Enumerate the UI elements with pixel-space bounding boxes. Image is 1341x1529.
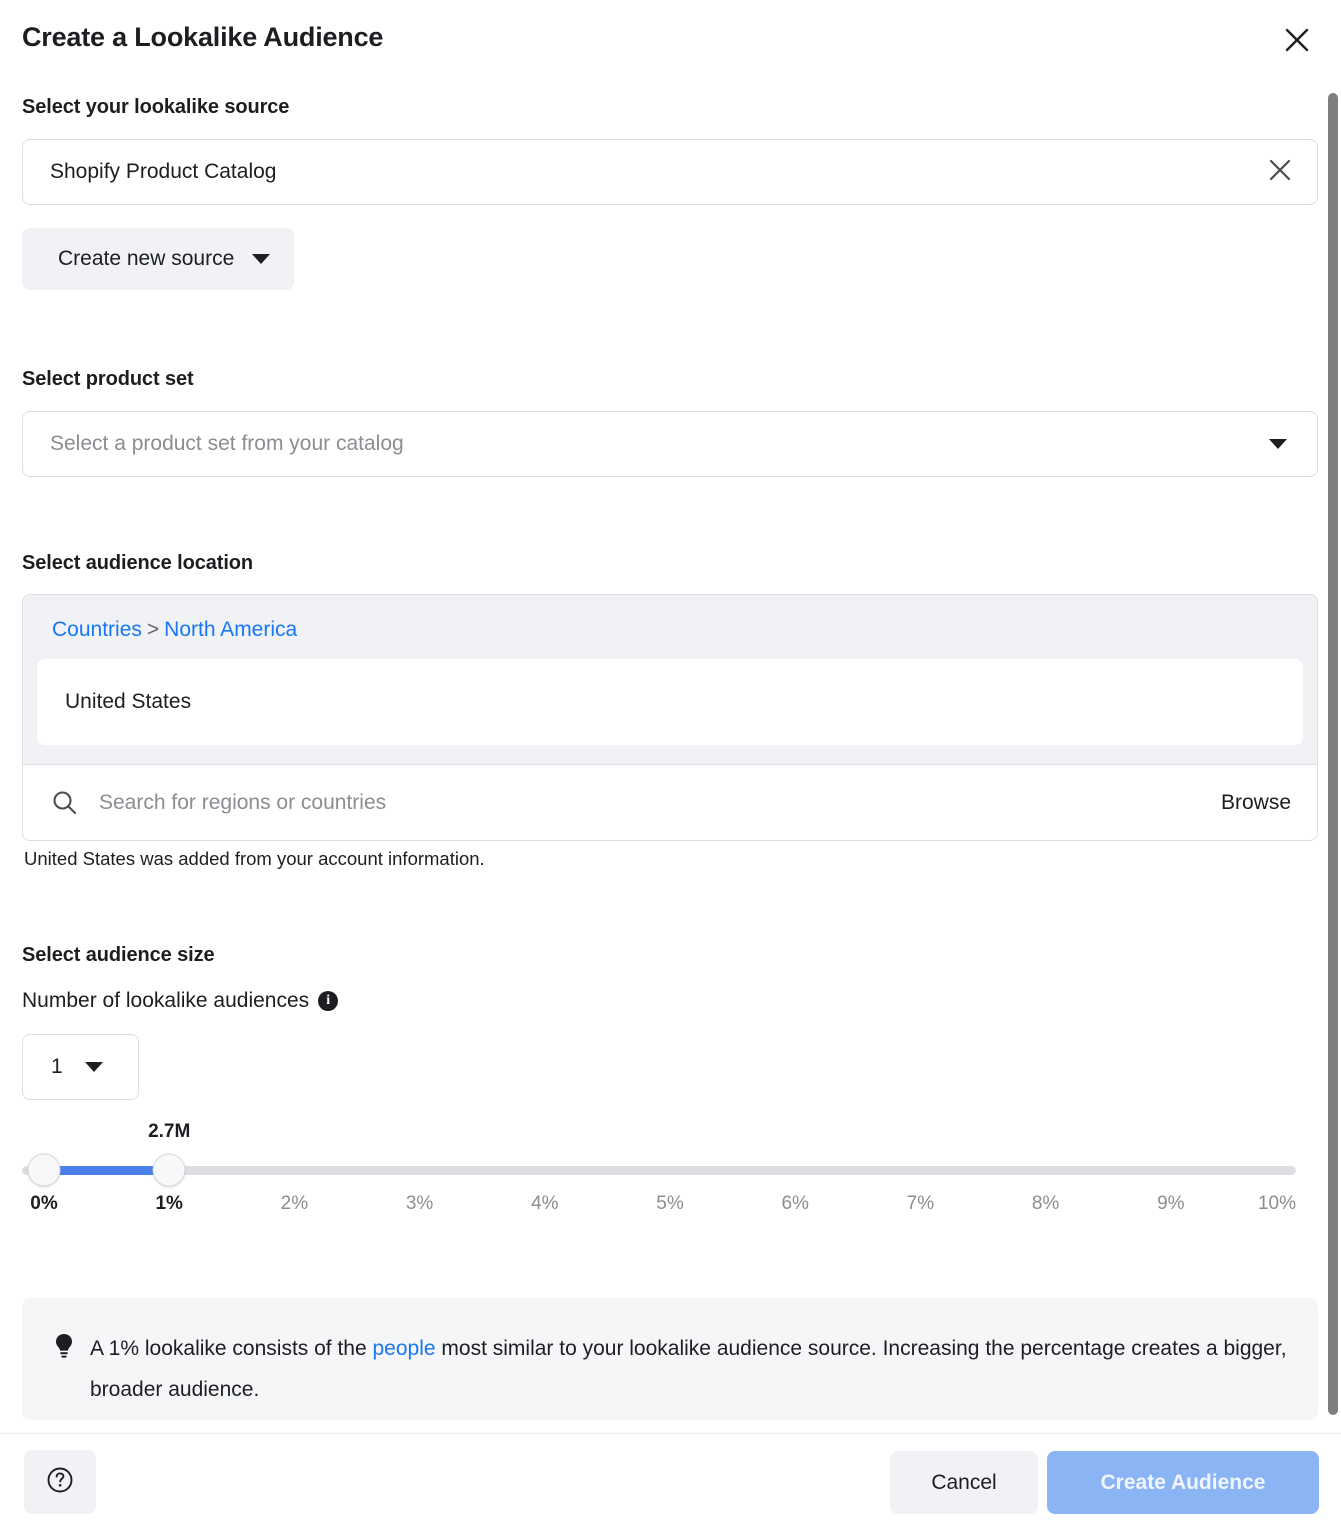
create-lookalike-audience-dialog: Create a Lookalike Audience Select your … — [0, 0, 1341, 1529]
search-icon — [51, 789, 78, 816]
help-circle-icon — [45, 1465, 75, 1500]
create-new-source-button[interactable]: Create new source — [22, 228, 294, 290]
slider-fill — [44, 1166, 169, 1175]
slider-tick-labels: 0% 1% 2% 3% 4% 5% 6% 7% 8% 9% 10% — [22, 1193, 1296, 1219]
selected-location-item: United States — [65, 690, 191, 714]
product-set-label: Select product set — [22, 368, 194, 391]
lightbulb-icon — [52, 1332, 76, 1420]
audience-size-label: Select audience size — [22, 944, 215, 967]
clear-source-button[interactable] — [1263, 155, 1297, 189]
help-button[interactable] — [24, 1450, 96, 1514]
info-icon[interactable]: i — [318, 991, 338, 1011]
dialog-header: Create a Lookalike Audience — [0, 0, 1341, 76]
audience-location-panel: Countries>North America United States Se… — [22, 594, 1318, 841]
slider-handle-upper[interactable] — [153, 1154, 186, 1187]
browse-locations-button[interactable]: Browse — [1221, 791, 1291, 815]
lookalike-tip-text: A 1% lookalike consists of the people mo… — [90, 1328, 1288, 1420]
chevron-down-icon — [252, 254, 270, 264]
slider-tick-4pct: 4% — [531, 1193, 558, 1215]
slider-tick-7pct: 7% — [907, 1193, 934, 1215]
page-title: Create a Lookalike Audience — [22, 22, 383, 53]
lookalike-source-value: Shopify Product Catalog — [50, 160, 276, 184]
lookalike-count-label-text: Number of lookalike audiences — [22, 989, 309, 1013]
slider-tick-3pct: 3% — [406, 1193, 433, 1215]
slider-tick-5pct: 5% — [656, 1193, 683, 1215]
chevron-down-icon — [1269, 439, 1287, 449]
breadcrumb-countries-link[interactable]: Countries — [52, 618, 142, 641]
product-set-placeholder: Select a product set from your catalog — [50, 432, 404, 456]
create-audience-button[interactable]: Create Audience — [1047, 1451, 1319, 1514]
close-icon — [1267, 157, 1293, 188]
slider-track[interactable] — [22, 1166, 1296, 1175]
breadcrumb-north-america-link[interactable]: North America — [164, 618, 297, 641]
slider-tick-10pct: 10% — [1258, 1193, 1296, 1215]
create-new-source-label: Create new source — [58, 247, 234, 271]
product-set-select[interactable]: Select a product set from your catalog — [22, 411, 1318, 477]
lookalike-source-label: Select your lookalike source — [22, 96, 289, 119]
chevron-down-icon — [85, 1062, 103, 1072]
lookalike-count-value: 1 — [51, 1055, 63, 1079]
lookalike-count-label: Number of lookalike audiences i — [22, 989, 338, 1013]
lookalike-source-input[interactable]: Shopify Product Catalog — [22, 139, 1318, 205]
slider-tick-0pct: 0% — [30, 1193, 57, 1215]
slider-tick-6pct: 6% — [781, 1193, 808, 1215]
slider-tick-8pct: 8% — [1032, 1193, 1059, 1215]
vertical-scrollbar[interactable] — [1328, 93, 1338, 1415]
breadcrumb: Countries>North America — [52, 618, 297, 642]
dialog-footer: Cancel Create Audience — [0, 1433, 1341, 1529]
breadcrumb-separator: > — [147, 618, 159, 641]
close-dialog-button[interactable] — [1277, 20, 1317, 60]
location-note: United States was added from your accoun… — [24, 848, 485, 870]
location-search-input[interactable]: Search for regions or countries — [99, 791, 1221, 815]
cancel-button[interactable]: Cancel — [890, 1451, 1038, 1514]
selected-locations-box[interactable]: United States — [37, 659, 1303, 745]
audience-location-label: Select audience location — [22, 552, 253, 575]
slider-handle-lower[interactable] — [28, 1154, 61, 1187]
people-link[interactable]: people — [373, 1337, 436, 1360]
lookalike-count-select[interactable]: 1 — [22, 1034, 139, 1100]
close-icon — [1284, 27, 1310, 53]
slider-tick-2pct: 2% — [281, 1193, 308, 1215]
slider-tick-9pct: 9% — [1157, 1193, 1184, 1215]
audience-reach-value: 2.7M — [148, 1121, 190, 1143]
tip-text-before: A 1% lookalike consists of the — [90, 1337, 373, 1360]
dialog-body: Select your lookalike source Shopify Pro… — [0, 76, 1341, 1433]
lookalike-tip-box: A 1% lookalike consists of the people mo… — [22, 1298, 1318, 1420]
slider-tick-1pct: 1% — [155, 1193, 182, 1215]
location-search-row[interactable]: Search for regions or countries Browse — [23, 764, 1318, 840]
